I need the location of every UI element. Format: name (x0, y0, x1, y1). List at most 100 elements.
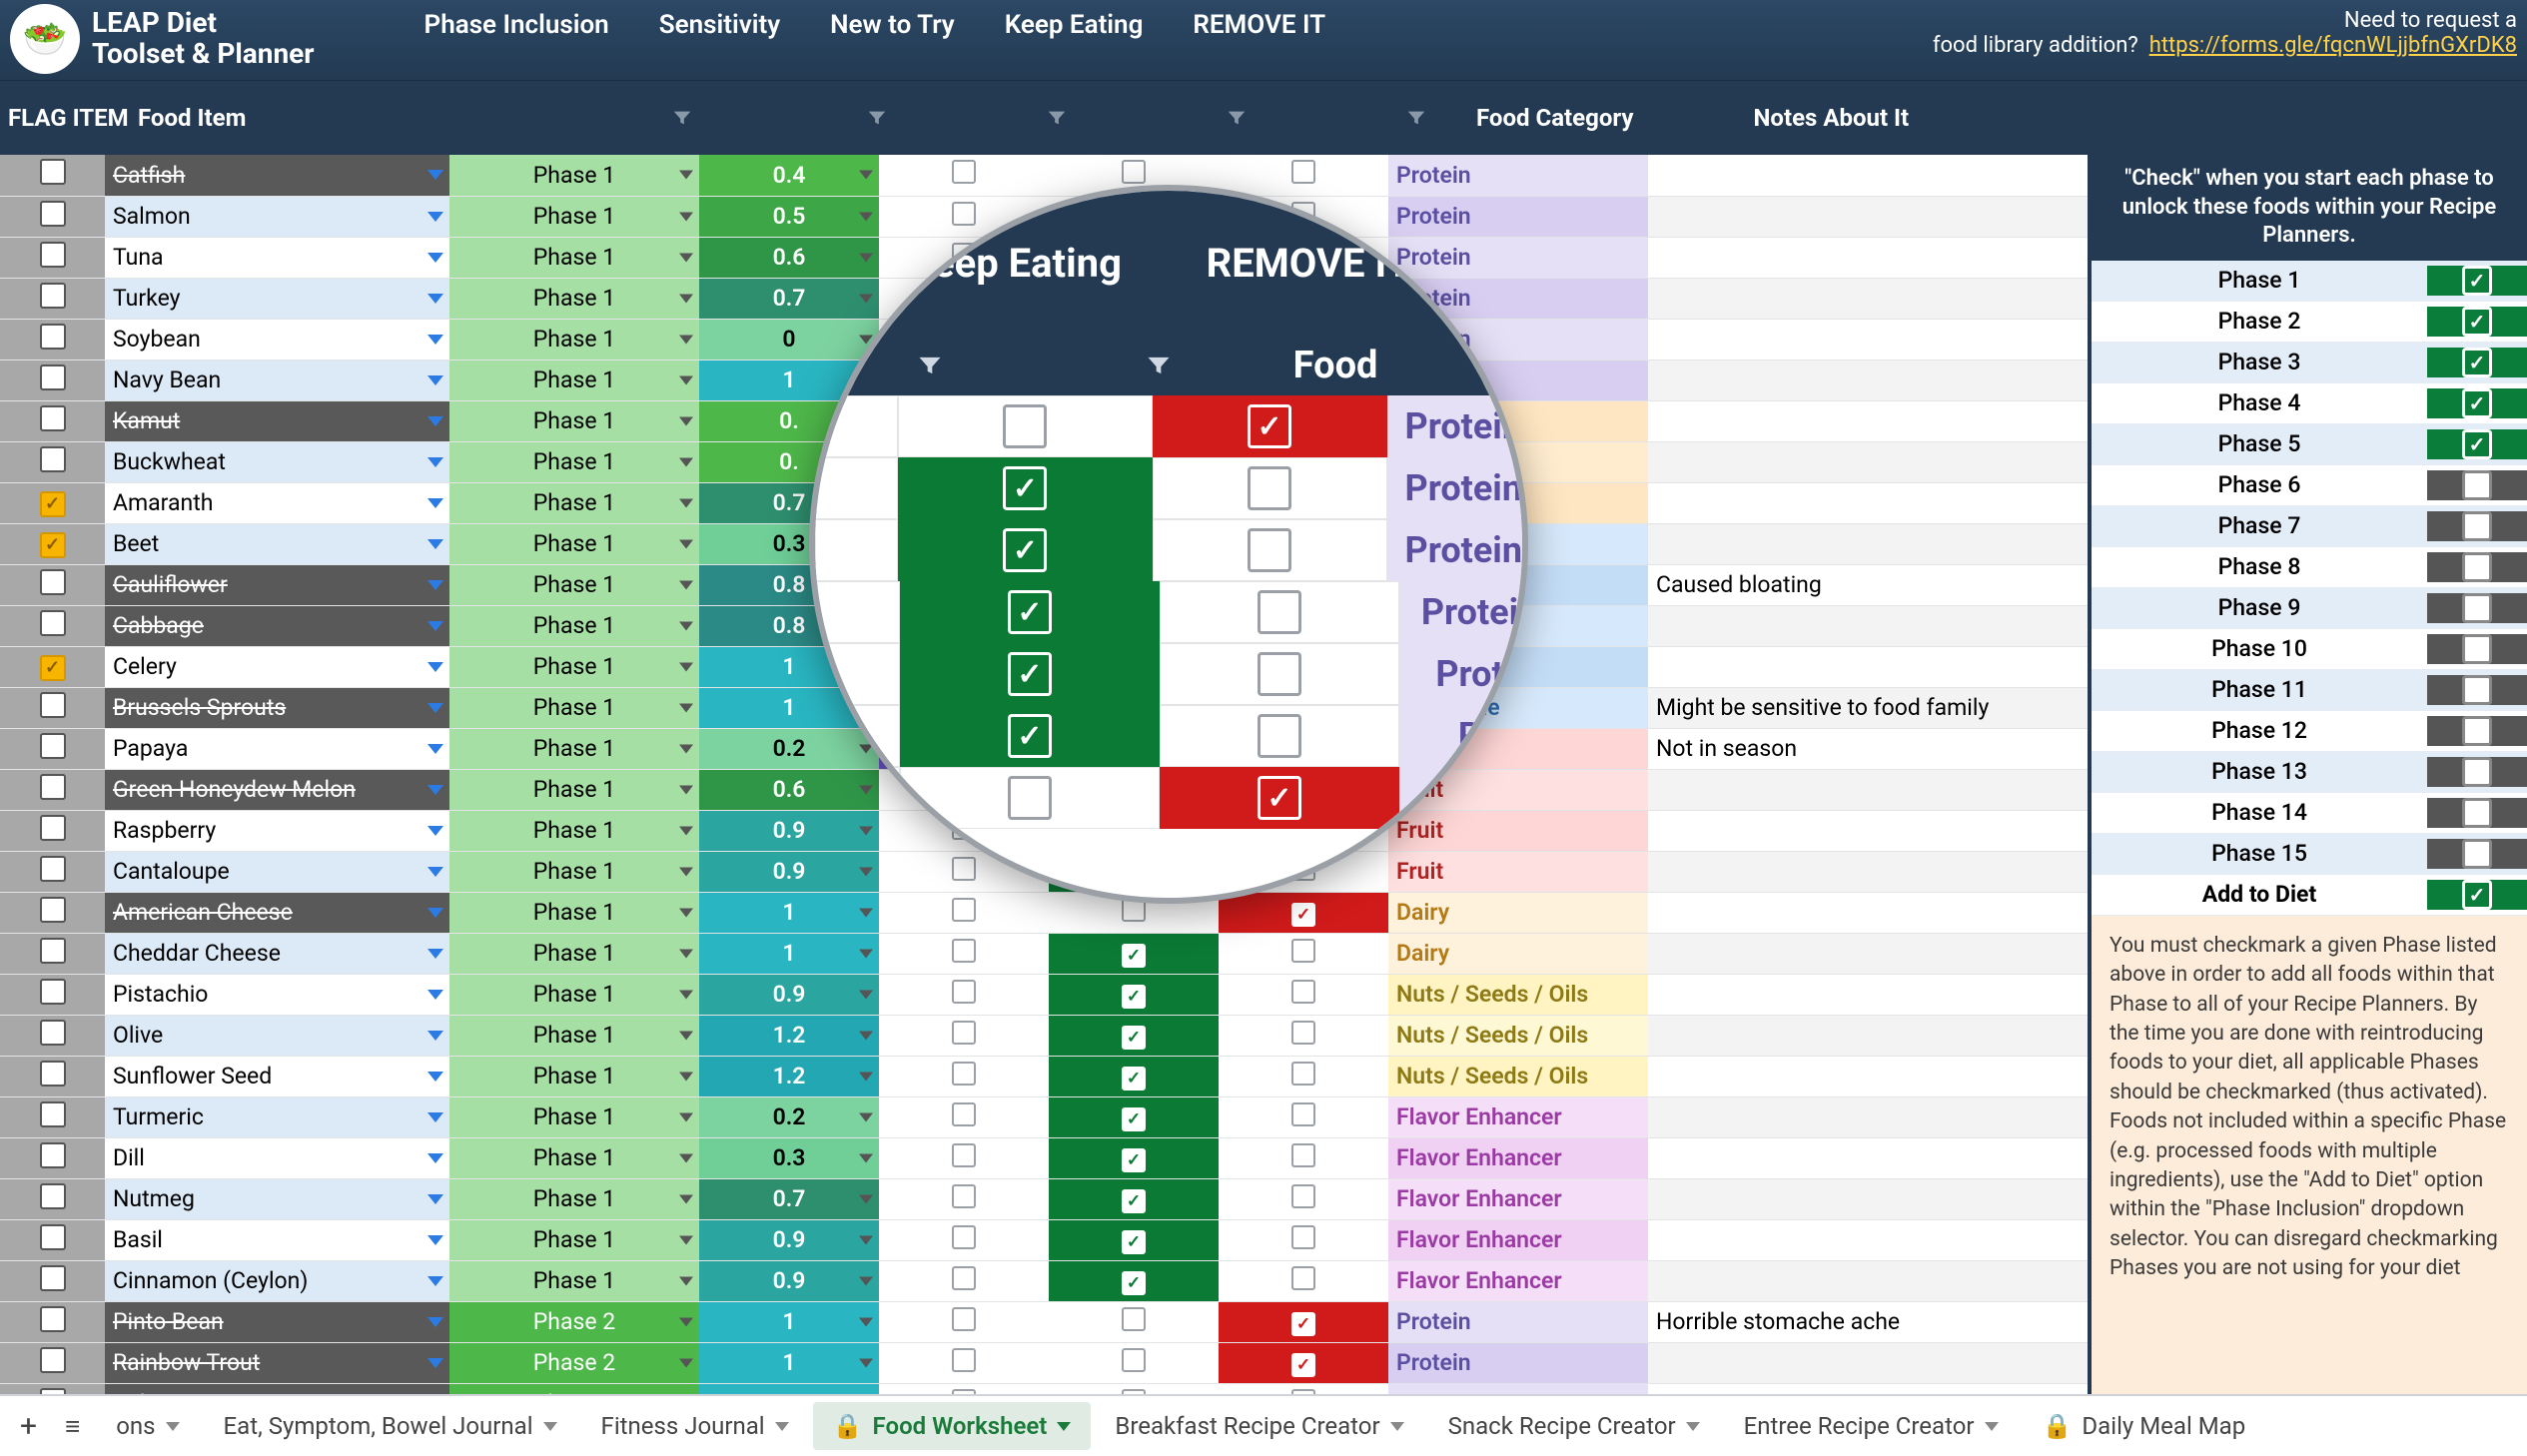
dropdown-arrow-icon[interactable] (679, 335, 693, 344)
dropdown-arrow-icon[interactable] (427, 375, 443, 385)
dropdown-arrow-icon[interactable] (427, 212, 443, 222)
remove-it-cell[interactable] (1219, 1260, 1388, 1301)
sensitivity-cell[interactable]: 0.9 (699, 1219, 879, 1260)
flag-checkbox[interactable] (40, 491, 66, 517)
checkbox[interactable] (952, 1184, 976, 1208)
filter-icon[interactable] (857, 98, 897, 138)
dropdown-arrow-icon[interactable] (427, 1358, 443, 1368)
dropdown-arrow-icon[interactable] (859, 1112, 873, 1121)
new-to-try-cell[interactable] (879, 1342, 1049, 1383)
food-cell[interactable]: Cauliflower (105, 564, 449, 605)
remove-it-cell[interactable] (1219, 1137, 1388, 1178)
dropdown-arrow-icon[interactable] (679, 621, 693, 630)
checkbox[interactable] (1258, 714, 1301, 758)
dropdown-arrow-icon[interactable] (859, 990, 873, 999)
new-to-try-cell[interactable] (879, 1015, 1049, 1056)
food-cell[interactable]: Dill (105, 1137, 449, 1178)
dropdown-arrow-icon[interactable] (859, 949, 873, 958)
flag-cell[interactable] (0, 1219, 105, 1260)
checkbox[interactable] (1291, 160, 1315, 184)
flag-checkbox[interactable] (40, 1101, 66, 1127)
checkbox[interactable] (1258, 652, 1301, 696)
dropdown-arrow-icon[interactable] (427, 1317, 443, 1327)
mag-remove-cell[interactable] (1153, 519, 1387, 581)
dropdown-arrow-icon[interactable] (679, 416, 693, 425)
phase-cell[interactable]: Phase 1 (449, 892, 699, 933)
flag-cell[interactable] (0, 360, 105, 400)
food-cell[interactable]: Cinnamon (Ceylon) (105, 1260, 449, 1301)
dropdown-arrow-icon[interactable] (679, 662, 693, 671)
dropdown-arrow-icon[interactable] (679, 867, 693, 876)
dropdown-arrow-icon[interactable] (679, 703, 693, 712)
mag-remove-cell[interactable] (1153, 395, 1387, 457)
food-cell[interactable]: Beet (105, 523, 449, 564)
mag-keep-cell[interactable] (898, 457, 1152, 519)
dropdown-arrow-icon[interactable] (427, 949, 443, 959)
checkbox[interactable] (1291, 1389, 1315, 1395)
dropdown-arrow-icon[interactable] (427, 457, 443, 467)
note-cell[interactable] (1648, 523, 2088, 564)
note-cell[interactable] (1648, 237, 2088, 278)
checkbox[interactable] (1291, 1184, 1315, 1208)
note-cell[interactable] (1648, 605, 2088, 646)
checkbox[interactable] (1258, 776, 1301, 820)
dropdown-arrow-icon[interactable] (859, 171, 873, 180)
flag-cell[interactable] (0, 605, 105, 646)
food-cell[interactable]: Navy Bean (105, 360, 449, 400)
mag-keep-cell[interactable] (898, 395, 1152, 457)
filter-icon[interactable] (1396, 98, 1436, 138)
flag-cell[interactable] (0, 933, 105, 974)
phase-cell[interactable]: Phase 1 (449, 564, 699, 605)
checkbox[interactable] (952, 939, 976, 963)
food-cell[interactable]: Turmeric (105, 1096, 449, 1137)
flag-cell[interactable] (0, 155, 105, 196)
keep-eating-cell[interactable] (1049, 974, 1219, 1015)
dropdown-arrow-icon[interactable] (679, 1031, 693, 1040)
dropdown-arrow-icon[interactable] (679, 1153, 693, 1162)
checkbox[interactable] (1291, 939, 1315, 963)
filter-icon[interactable] (1217, 98, 1257, 138)
note-cell[interactable] (1648, 1015, 2088, 1056)
phase-cell[interactable]: Phase 1 (449, 1096, 699, 1137)
phase-cell[interactable]: Phase 1 (449, 319, 699, 360)
checkbox[interactable] (1122, 1389, 1146, 1395)
dropdown-arrow-icon[interactable] (427, 498, 443, 508)
flag-checkbox[interactable] (40, 938, 66, 964)
checkbox[interactable] (952, 1266, 976, 1290)
sensitivity-cell[interactable]: 0.7 (699, 1178, 879, 1219)
phase-checkbox-cell[interactable] (2427, 429, 2527, 459)
food-cell[interactable]: Pistachio (105, 974, 449, 1015)
flag-checkbox[interactable] (40, 283, 66, 309)
phase-cell[interactable]: Phase 1 (449, 1137, 699, 1178)
dropdown-arrow-icon[interactable] (427, 744, 443, 754)
remove-it-cell[interactable] (1219, 155, 1388, 196)
note-cell[interactable] (1648, 1056, 2088, 1096)
dropdown-arrow-icon[interactable] (859, 1358, 873, 1367)
food-cell[interactable]: Green Honeydew Melon (105, 769, 449, 810)
food-cell[interactable]: Olive (105, 1015, 449, 1056)
food-cell[interactable]: Buckwheat (105, 441, 449, 482)
checkbox[interactable] (1122, 1307, 1146, 1331)
phase-checkbox-cell[interactable] (2427, 675, 2527, 705)
new-to-try-cell[interactable] (879, 1219, 1049, 1260)
phase-checkbox-cell[interactable] (2427, 798, 2527, 828)
flag-checkbox[interactable] (40, 1142, 66, 1168)
keep-eating-cell[interactable] (1049, 1137, 1219, 1178)
checkbox[interactable] (1248, 466, 1291, 510)
note-cell[interactable] (1648, 1178, 2088, 1219)
checkbox[interactable] (1291, 1353, 1315, 1377)
note-cell[interactable] (1648, 1137, 2088, 1178)
food-cell[interactable]: Salmon (105, 196, 449, 237)
dropdown-arrow-icon[interactable] (859, 1153, 873, 1162)
dropdown-arrow-icon[interactable] (679, 171, 693, 180)
dropdown-arrow-icon[interactable] (679, 1276, 693, 1285)
dropdown-arrow-icon[interactable] (427, 335, 443, 345)
phase-cell[interactable]: Phase 1 (449, 605, 699, 646)
phase-checkbox-cell[interactable] (2427, 388, 2527, 418)
phase-cell[interactable]: Phase 1 (449, 278, 699, 319)
tab-ons[interactable]: ons (96, 1402, 199, 1450)
checkbox[interactable] (1122, 1230, 1146, 1254)
food-cell[interactable]: Raspberry (105, 810, 449, 851)
note-cell[interactable] (1648, 851, 2088, 892)
phase-cell[interactable]: Phase 2 (449, 1342, 699, 1383)
